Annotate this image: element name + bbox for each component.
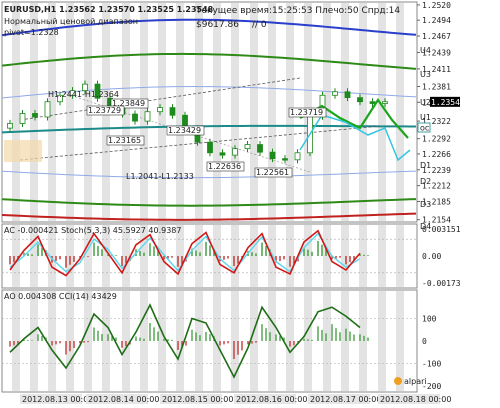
session-band (250, 225, 258, 287)
candle (244, 144, 251, 150)
price-annotation: 1.23165 (108, 136, 141, 145)
y-tick-label: 1.2494 (422, 16, 451, 25)
candle (232, 148, 238, 156)
stoch-tick-label: 0.003151 (422, 225, 461, 234)
cci-legend: AO 0.004308 CCI(14) 43429 (4, 292, 117, 301)
session-band (195, 3, 203, 221)
level-tag-oc: oc (420, 124, 429, 133)
candle (294, 152, 301, 161)
session-highlight (4, 140, 42, 162)
session-band (176, 291, 184, 391)
x-tick-label: 2012.08.18 00:00 (380, 395, 451, 404)
session-band (213, 3, 221, 221)
level-tag-u2: U2 (420, 98, 431, 107)
x-tick-label: 2012.08.14 00:00 (88, 395, 159, 404)
session-band (341, 3, 349, 221)
session-band (268, 3, 276, 221)
chart-window: 1.2520 1.2494 1.2467 1.2439 1.2411 1.2381 1.23… (0, 0, 500, 408)
candle (344, 91, 351, 99)
candle (44, 101, 51, 118)
price-annotation: 1.22636 (208, 162, 241, 171)
candle (282, 158, 288, 161)
server-time: Текущее время:15:25:53 Плечо:50 Спрд:14 (195, 6, 400, 16)
price-annotation: 1.23729 (88, 106, 121, 115)
label-low-range: L1.2041-L1.2133 (126, 172, 194, 181)
session-band (396, 3, 404, 221)
price-annotation: 1.23429 (168, 126, 201, 135)
candle (132, 113, 138, 122)
y-tick-label: 1.2292 (422, 135, 451, 144)
candle (169, 107, 176, 116)
pivot-value: pivot=1.2328 (4, 28, 59, 37)
candle (219, 152, 226, 156)
level-tag-d2: D2 (420, 177, 431, 186)
level-tag-d3: D3 (420, 200, 431, 209)
x-tick-label: 2012.08.17 00:00 (310, 395, 381, 404)
session-band (66, 3, 74, 221)
watermark: alpari (404, 377, 427, 386)
y-tick-label: 1.2520 (422, 1, 451, 10)
session-band (250, 291, 258, 391)
label-high-range: H1.2441-H1.2364 (48, 90, 119, 99)
session-band (12, 291, 20, 391)
session-band (30, 291, 38, 391)
session-band (378, 225, 386, 287)
candle (357, 97, 363, 103)
candle (269, 151, 276, 160)
cci-tick-label: -100 (422, 360, 441, 369)
candle (144, 111, 151, 122)
candle (19, 113, 26, 124)
session-band (158, 291, 166, 391)
candle (157, 107, 163, 113)
level-tag-u3: U3 (420, 70, 431, 79)
y-tick-label: 1.2381 (422, 82, 451, 91)
session-band (102, 291, 110, 391)
alpari-logo (394, 377, 402, 385)
session-band (176, 3, 184, 221)
session-band (323, 291, 331, 391)
candle (32, 113, 38, 118)
stoch-tick-label: 0.00 (422, 252, 441, 261)
candle (332, 91, 338, 96)
price-annotation: 1.23719 (290, 108, 323, 117)
candle (207, 141, 213, 154)
x-tick-label: 2012.08.13 00:00 (22, 395, 93, 404)
session-band (341, 291, 349, 391)
cci-tick-label: 0 (422, 337, 427, 346)
session-band (268, 291, 276, 391)
session-band (378, 291, 386, 391)
x-tick-label: 2012.08.16 00:00 (236, 395, 307, 404)
level-tag-d1: D1 (420, 161, 431, 170)
session-band (359, 3, 367, 221)
current-price-label: 1.23548 (431, 98, 465, 107)
price-annotation: 1.22561 (256, 168, 289, 177)
candle (257, 144, 263, 153)
chart-canvas[interactable]: 1.25201.24941.24671.24391.24111.23811.23… (0, 0, 500, 408)
candle (369, 101, 376, 104)
candle (7, 123, 13, 129)
price-panel (1, 1, 418, 223)
session-band (231, 3, 239, 221)
session-band (378, 3, 386, 221)
y-tick-label: 1.2467 (422, 32, 451, 41)
session-band (341, 225, 349, 287)
stoch-tick-label: -0.00173 (422, 279, 461, 288)
cci-tick-label: 100 (422, 315, 437, 324)
session-band (250, 3, 258, 221)
stochastic-legend: AC -0.000421 Stoch(5,3,3) 45.5927 40.938… (4, 226, 182, 235)
session-band (396, 225, 404, 287)
balance-extra: // 0 (252, 20, 267, 30)
symbol-line: EURUSD,H1 1.23562 1.23570 1.23525 1.2354… (4, 5, 214, 14)
x-tick-label: 2012.08.15 00:00 (162, 395, 233, 404)
candle (382, 101, 388, 104)
indicator-name: Нормальный ценовой диапазон (4, 17, 138, 26)
session-band (396, 291, 404, 391)
level-tag-u4: U4 (420, 46, 431, 55)
level-tag-u1: U1 (420, 113, 431, 122)
y-tick-label: 1.2266 (422, 150, 451, 159)
balance: $9617.86 (196, 20, 239, 30)
